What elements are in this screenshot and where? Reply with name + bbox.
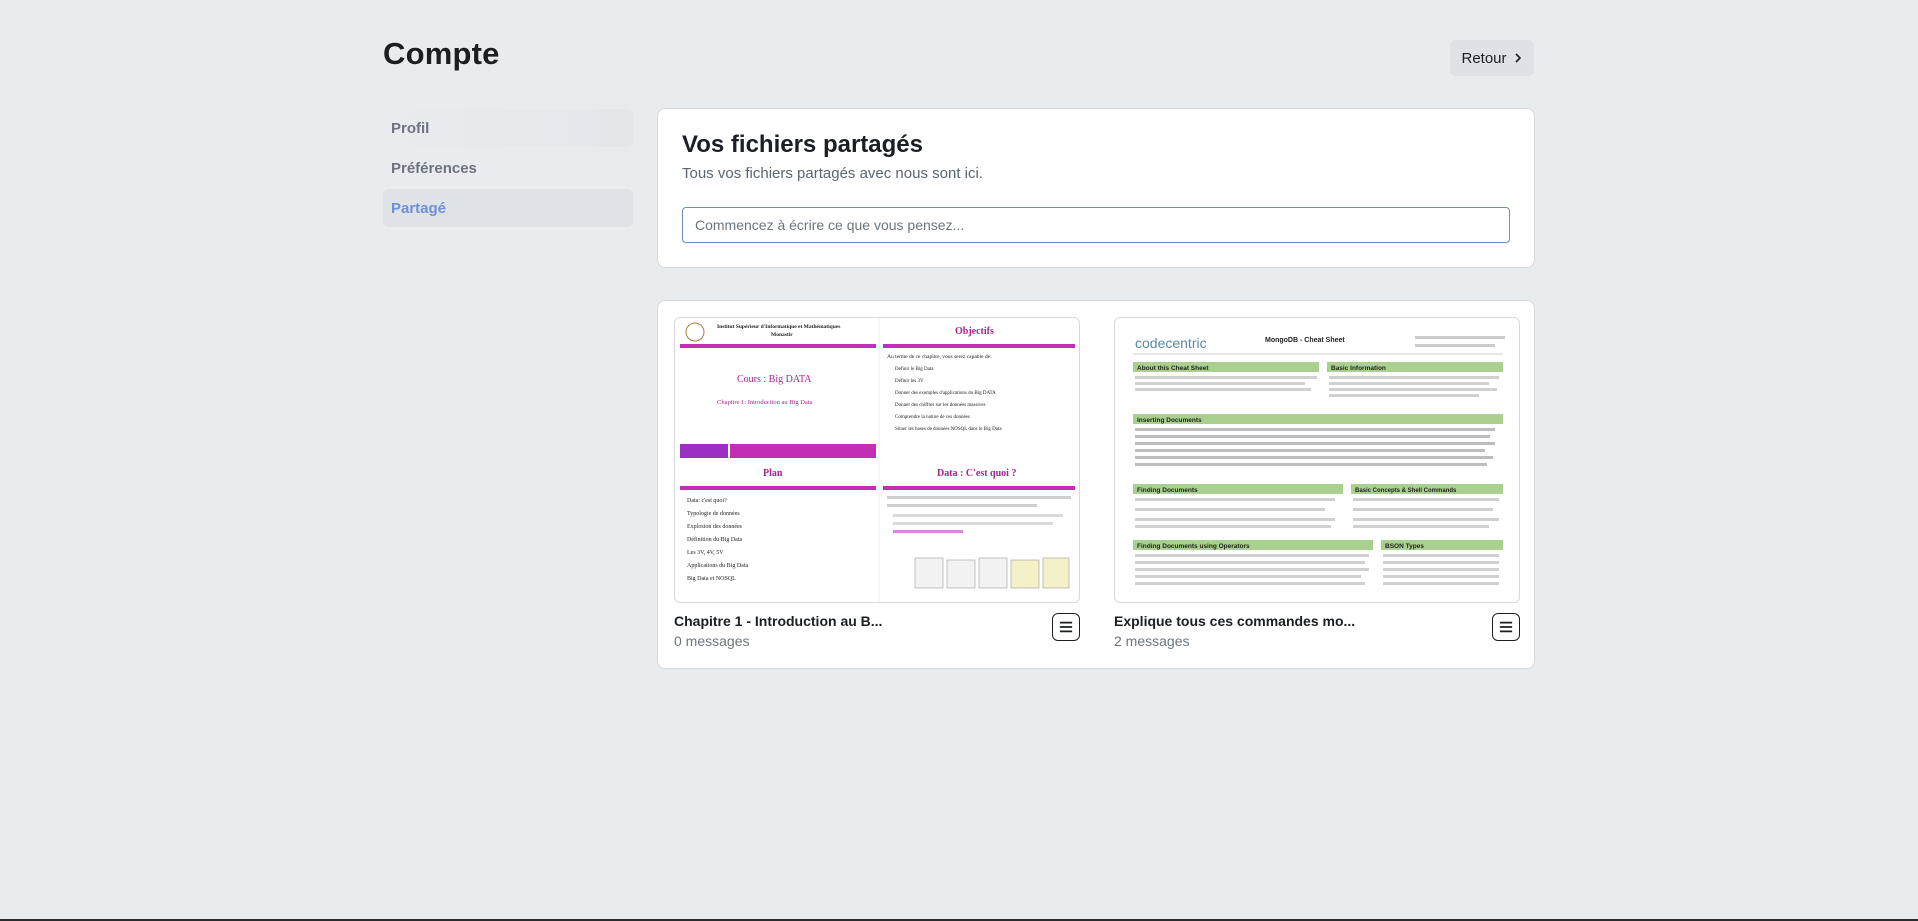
slide-objectives-intro: Au terme de ce chapitre, vous serez capa… xyxy=(887,354,992,360)
slides-preview: Institut Supérieur d'Informatique et Mat… xyxy=(680,318,1075,602)
sidebar-item-label: Partagé xyxy=(391,199,447,217)
slide-objectives-title: Objectifs xyxy=(955,326,994,337)
svg-text:Basic Concepts & Shell Command: Basic Concepts & Shell Commands xyxy=(1355,488,1457,494)
sidebar-item-partage[interactable]: Partagé xyxy=(383,189,633,227)
shared-files-grid: Institut Supérieur d'Informatique et Mat… xyxy=(657,300,1535,669)
file-thumbnail[interactable]: codecentric MongoDB - Cheat Sheet About … xyxy=(1114,317,1520,603)
file-message-count: 0 messages xyxy=(674,633,750,649)
back-button-label: Retour xyxy=(1461,49,1507,67)
svg-text:Applications du Big Data: Applications du Big Data xyxy=(687,563,748,569)
slide-objectives: Objectifs Au terme de ce chapitre, vous … xyxy=(883,326,1075,432)
svg-text:Explosion des données: Explosion des données xyxy=(687,524,743,530)
menu-icon xyxy=(1059,621,1073,633)
cheatsheet-logo: codecentric xyxy=(1135,335,1207,351)
sidebar: Profil Préférences Partagé xyxy=(383,109,633,229)
slide-plan: Plan Data: c'est quoi? Typologie de donn… xyxy=(680,468,876,582)
svg-text:Définition du Big Data: Définition du Big Data xyxy=(687,536,742,543)
svg-text:Donner des exemples d'applicat: Donner des exemples d'applications du Bi… xyxy=(895,391,996,396)
file-card: Institut Supérieur d'Informatique et Mat… xyxy=(674,317,1080,649)
file-thumbnail[interactable]: Institut Supérieur d'Informatique et Mat… xyxy=(674,317,1080,603)
sidebar-item-label: Préférences xyxy=(391,159,477,177)
slide-title: Institut Supérieur d'Informatique et Mat… xyxy=(680,322,876,458)
svg-text:Définir les 3V: Définir les 3V xyxy=(895,379,924,384)
shared-files-header-card: Vos fichiers partagés Tous vos fichiers … xyxy=(657,108,1535,268)
svg-text:Data: c'est quoi?: Data: c'est quoi? xyxy=(687,498,727,504)
svg-text:Situer les bases de données NO: Situer les bases de données NOSQL dans l… xyxy=(895,427,1002,432)
slide-institute: Institut Supérieur d'Informatique et Mat… xyxy=(717,324,840,330)
cheatsheet-title: MongoDB - Cheat Sheet xyxy=(1265,337,1345,344)
file-card: codecentric MongoDB - Cheat Sheet About … xyxy=(1114,317,1520,649)
menu-icon xyxy=(1499,621,1513,633)
slide-city: Monastir xyxy=(771,332,793,338)
sidebar-item-profil[interactable]: Profil xyxy=(383,109,633,147)
slide-course: Cours : Big DATA xyxy=(737,374,812,385)
search-input[interactable] xyxy=(682,207,1510,243)
svg-text:Big Data et NOSQL: Big Data et NOSQL xyxy=(687,576,736,582)
svg-text:Finding Documents using Operat: Finding Documents using Operators xyxy=(1137,543,1250,550)
slide-chapter: Chapitre 1: Introduction au Big Data xyxy=(717,399,813,406)
svg-text:BSON Types: BSON Types xyxy=(1385,543,1424,550)
cheatsheet-preview: codecentric MongoDB - Cheat Sheet About … xyxy=(1133,335,1505,585)
svg-text:Les 3V, 4V, 5V: Les 3V, 4V, 5V xyxy=(687,550,724,556)
svg-text:Finding Documents: Finding Documents xyxy=(1137,487,1198,494)
slide-data: Data : C'est quoi ? xyxy=(883,468,1075,589)
svg-text:Comprendre la nature de ces do: Comprendre la nature de ces données xyxy=(895,415,970,420)
sidebar-item-preferences[interactable]: Préférences xyxy=(383,149,633,187)
file-menu-button[interactable] xyxy=(1052,613,1080,641)
slide-plan-title: Plan xyxy=(763,468,783,479)
file-message-count: 2 messages xyxy=(1114,633,1190,649)
svg-text:Typologie de données: Typologie de données xyxy=(687,511,740,517)
page-title: Compte xyxy=(383,36,500,71)
svg-text:Inserting Documents: Inserting Documents xyxy=(1137,417,1202,424)
section-title: Vos fichiers partagés xyxy=(682,131,923,158)
slide-data-title: Data : C'est quoi ? xyxy=(937,468,1016,479)
svg-text:Définir le Big Data: Définir le Big Data xyxy=(895,367,934,372)
file-menu-button[interactable] xyxy=(1492,613,1520,641)
chevron-right-icon xyxy=(1514,53,1521,63)
file-name[interactable]: Explique tous ces commandes mo... xyxy=(1114,613,1355,629)
svg-text:About this Cheat Sheet: About this Cheat Sheet xyxy=(1137,365,1209,372)
svg-text:Basic Information: Basic Information xyxy=(1331,365,1386,372)
file-name[interactable]: Chapitre 1 - Introduction au B... xyxy=(674,613,882,629)
back-button[interactable]: Retour xyxy=(1450,40,1534,76)
svg-text:Donner des chiffres sur les do: Donner des chiffres sur les données mass… xyxy=(895,403,985,408)
section-subtitle: Tous vos fichiers partagés avec nous son… xyxy=(682,165,983,182)
sidebar-item-label: Profil xyxy=(391,119,430,137)
